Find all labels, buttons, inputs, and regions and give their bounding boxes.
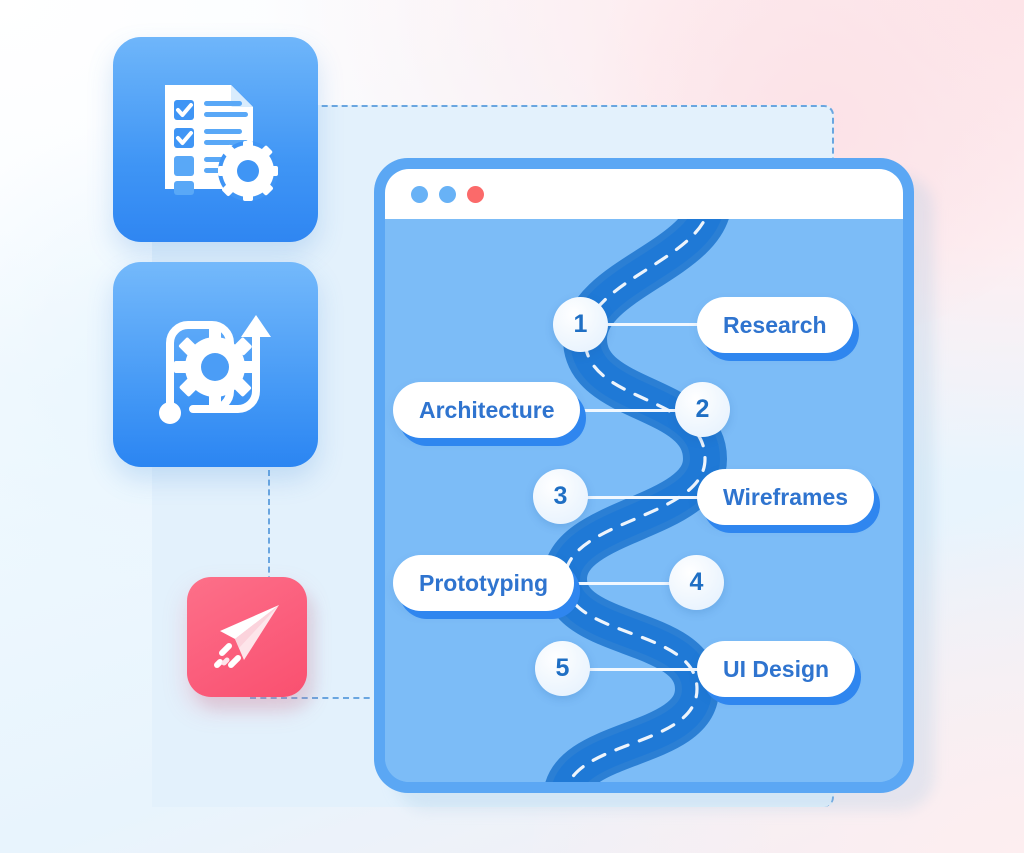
step-label-prototyping[interactable]: Prototyping bbox=[393, 555, 575, 611]
step-label-wireframes[interactable]: Wireframes bbox=[697, 469, 875, 525]
workflow-gear-icon[interactable] bbox=[113, 262, 318, 467]
step-number-3[interactable]: 3 bbox=[533, 469, 588, 524]
dashed-connector-vertical bbox=[268, 470, 270, 592]
step-label-architecture[interactable]: Architecture bbox=[393, 382, 581, 438]
step-number-2[interactable]: 2 bbox=[675, 382, 730, 437]
illustration-canvas: 1 Research 2 Architecture 3 Wireframes 4… bbox=[0, 0, 1024, 853]
window-inner: 1 Research 2 Architecture 3 Wireframes 4… bbox=[385, 169, 903, 782]
paper-plane-icon bbox=[214, 605, 279, 668]
roadmap-canvas: 1 Research 2 Architecture 3 Wireframes 4… bbox=[385, 219, 903, 782]
window-titlebar bbox=[385, 169, 903, 219]
step-label-research[interactable]: Research bbox=[697, 297, 853, 353]
step-number-1[interactable]: 1 bbox=[553, 297, 608, 352]
step-number-5[interactable]: 5 bbox=[535, 641, 590, 696]
step-number-4[interactable]: 4 bbox=[669, 555, 724, 610]
window-dot-maximize-icon[interactable] bbox=[439, 185, 456, 203]
window-dot-close-icon[interactable] bbox=[467, 185, 484, 203]
window-dot-minimize-icon[interactable] bbox=[411, 185, 428, 203]
launch-paperplane-icon[interactable] bbox=[187, 577, 307, 697]
browser-window: 1 Research 2 Architecture 3 Wireframes 4… bbox=[374, 158, 914, 793]
checklist-settings-icon[interactable] bbox=[113, 37, 318, 242]
clipboard-checklist-gear-icon bbox=[164, 84, 278, 201]
loop-gear-arrow-icon bbox=[159, 315, 271, 424]
step-label-ui-design[interactable]: UI Design bbox=[697, 641, 856, 697]
